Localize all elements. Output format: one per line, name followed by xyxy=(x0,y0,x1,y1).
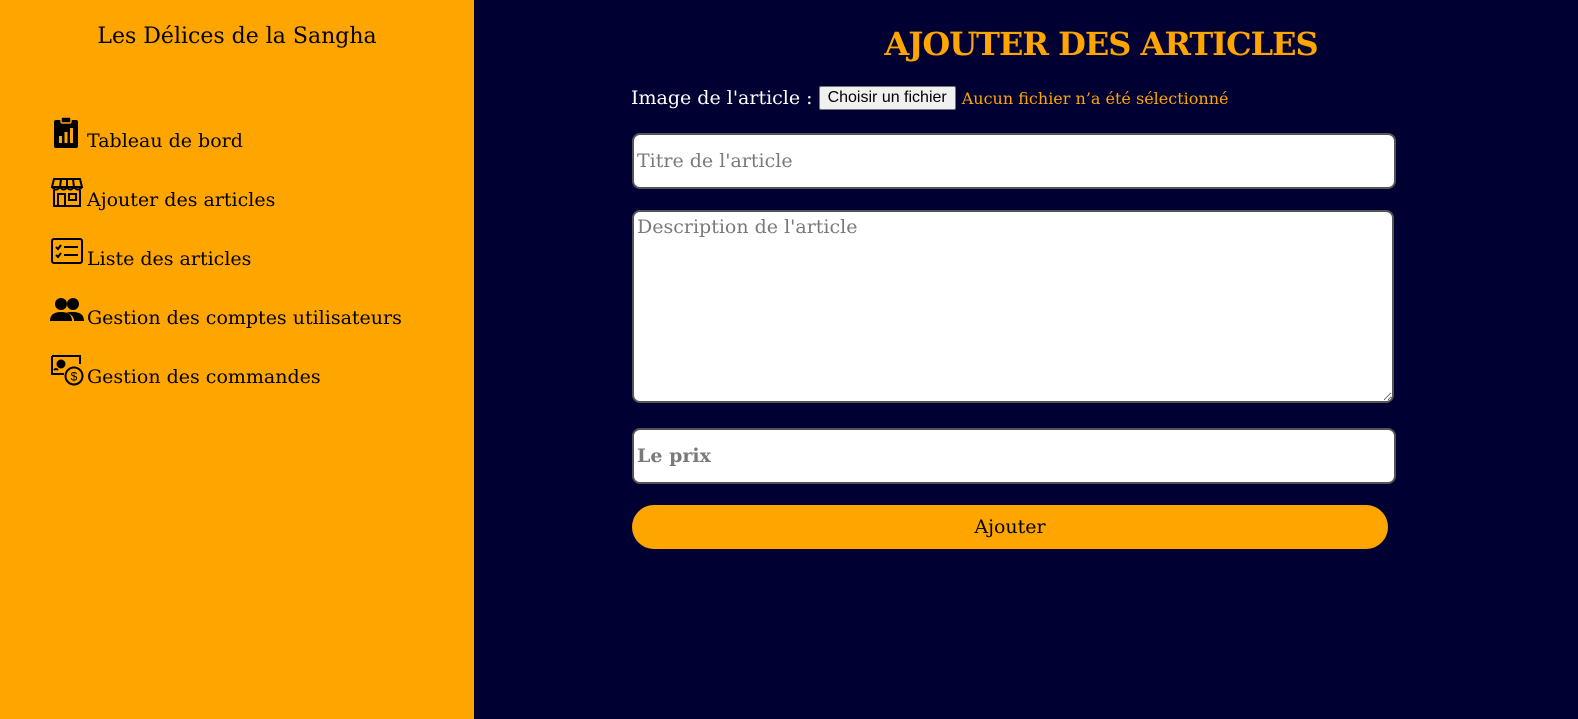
sidebar-item-dashboard[interactable]: Tableau de bord xyxy=(50,116,402,152)
sidebar-item-label: Gestion des commandes xyxy=(87,366,321,388)
sidebar-item-article-list[interactable]: Liste des articles xyxy=(50,234,402,270)
sidebar-item-label: Ajouter des articles xyxy=(87,189,276,211)
sidebar-item-label: Tableau de bord xyxy=(87,130,243,152)
checklist-icon xyxy=(50,234,84,268)
image-upload-row: Image de l'article : Choisir un fichier … xyxy=(631,86,1228,110)
choose-file-button[interactable]: Choisir un fichier xyxy=(818,86,956,110)
money-icon: $ xyxy=(50,352,84,386)
sidebar-item-user-accounts[interactable]: Gestion des comptes utilisateurs xyxy=(50,293,402,329)
sidebar-item-orders[interactable]: $ Gestion des commandes xyxy=(50,352,402,388)
users-icon xyxy=(50,293,84,327)
sidebar-item-label: Gestion des comptes utilisateurs xyxy=(87,307,402,329)
file-status: Aucun fichier n’a été sélectionné xyxy=(961,88,1229,108)
sidebar: Les Délices de la Sangha Tableau de bord xyxy=(0,0,474,719)
main-content: AJOUTER DES ARTICLES Image de l'article … xyxy=(474,0,1578,719)
page-title: AJOUTER DES ARTICLES xyxy=(884,25,1318,63)
add-article-button[interactable]: Ajouter xyxy=(632,505,1388,549)
article-title-input[interactable] xyxy=(632,133,1396,189)
article-price-input[interactable] xyxy=(632,428,1396,484)
store-icon xyxy=(50,175,84,209)
page: Les Délices de la Sangha Tableau de bord xyxy=(0,0,1578,719)
sidebar-nav: Tableau de bord Ajouter des articles Lis… xyxy=(50,116,402,411)
sidebar-item-add-articles[interactable]: Ajouter des articles xyxy=(50,175,402,211)
brand-title: Les Délices de la Sangha xyxy=(97,24,377,49)
svg-text:$: $ xyxy=(71,370,78,384)
image-label: Image de l'article : xyxy=(631,87,813,109)
article-description-input[interactable] xyxy=(632,210,1394,403)
clipboard-chart-icon xyxy=(50,116,84,150)
sidebar-item-label: Liste des articles xyxy=(87,248,252,270)
